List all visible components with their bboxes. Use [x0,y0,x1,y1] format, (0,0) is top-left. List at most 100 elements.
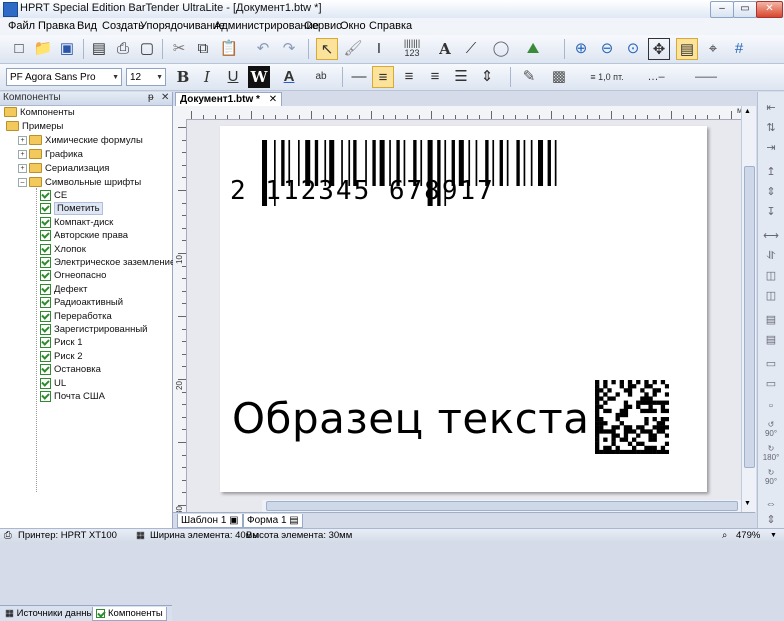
line-color-icon[interactable]: ✎ [518,66,540,88]
align-left-edges-icon[interactable]: ⇤ [762,100,780,116]
tree-symbol-item[interactable]: Зарегистрированный [40,324,147,335]
shape-tool-icon[interactable]: ◯ [490,38,512,60]
redo-icon[interactable]: ↷ [278,38,300,60]
tree-symbol-item[interactable]: CE [40,190,67,201]
scroll-up-icon[interactable]: ▲ [744,108,751,115]
rotate-right-90-button[interactable]: ↻ 90° [762,468,780,486]
save-icon[interactable]: ▣ [56,38,78,60]
align-centers-icon[interactable]: ⇅ [762,120,780,136]
rotate-180-button[interactable]: ↻ 180° [762,444,780,462]
zoom-level[interactable]: 479% [736,530,760,541]
horizontal-scrollbar[interactable] [262,500,741,512]
text-tool-icon[interactable]: A [434,38,456,60]
snap-icon[interactable]: ⌖ [702,38,724,60]
menu-view[interactable]: Вид [77,20,97,32]
datamatrix-object[interactable] [595,380,669,454]
expand-icon[interactable]: + [18,163,27,173]
tree-examples[interactable]: Примеры [6,121,63,132]
tree-symbol-item[interactable]: Почта США [40,391,105,402]
distribute-horizontal-icon[interactable]: ⟷ [762,228,780,244]
tree-symbol-item[interactable]: Дефект [40,283,87,295]
zoom-icon[interactable]: ⌕ [722,530,727,541]
expand-icon[interactable]: + [18,149,27,159]
align-left-icon[interactable]: ≡ [372,66,394,88]
tree-root[interactable]: Компоненты [4,107,75,118]
tree-folder-graphics[interactable]: + Графика [18,149,83,160]
tab-data-sources[interactable]: ▦ Источники данных [2,607,101,620]
tree-folder-chem[interactable]: + Химические формулы [18,135,143,146]
tab-template-1[interactable]: Шаблон 1 ▣ [177,514,243,528]
font-combobox[interactable]: PF Agora Sans Pro ▼ [6,68,122,86]
expand-icon[interactable]: + [18,135,27,145]
zoom-out-icon[interactable]: ⊖ [596,38,618,60]
print-icon[interactable]: ⎙ [112,38,134,60]
align-center-icon[interactable]: ≡ [398,66,420,88]
font-size-combobox[interactable]: 12 ▼ [126,68,166,86]
zoom-fit-icon[interactable]: ⊙ [622,38,644,60]
maximize-button[interactable]: ▭ [733,1,757,18]
flip-vertical-icon[interactable]: ⇕ [762,512,780,528]
word-wrap-button[interactable]: W [248,66,270,88]
align-none-icon[interactable]: ― [348,66,370,88]
select-pointer-icon[interactable]: ↖ [316,38,338,60]
highlight-color-icon[interactable]: ab [310,66,332,88]
tree-symbol-item[interactable]: Компакт-диск [40,216,113,228]
tree-symbol-item[interactable]: UL [40,377,66,389]
page-setup-icon[interactable]: ▤ [88,38,110,60]
tree-symbol-item[interactable]: Хлопок [40,243,86,255]
align-top-edges-icon[interactable]: ↥ [762,164,780,180]
menu-file[interactable]: Файл [8,20,35,32]
italic-button[interactable]: I [196,66,218,88]
menu-create[interactable]: Создать [102,20,144,32]
line-tool-icon[interactable]: ⟋ [460,38,482,60]
show-margins-icon[interactable]: ▤ [676,38,698,60]
tree-symbol-item[interactable]: Переработка [40,310,112,322]
vertical-scrollbar[interactable]: ▲ ▼ [741,106,756,512]
line-style-dropdown[interactable]: …– [640,66,672,88]
fill-color-icon[interactable]: ▩ [548,66,570,88]
group-icon[interactable]: ▫ [762,398,780,414]
tab-form-1[interactable]: Форма 1 ▤ [243,514,303,528]
picture-tool-icon[interactable]: ⛰ [522,38,544,60]
tree-symbol-item[interactable]: Электрическое заземление [40,257,175,268]
open-folder-icon[interactable]: 📁 [32,38,54,60]
scroll-down-icon[interactable]: ▼ [744,500,751,507]
tree-symbol-item[interactable]: Огнеопасно [40,270,106,281]
line-end-dropdown[interactable]: —— [690,66,722,88]
label-template[interactable]: 2 112345 678917 Образец текста [220,126,707,492]
barcode-tool-icon[interactable]: ||||||| 123 [398,38,426,60]
tab-components[interactable]: Компоненты [92,607,167,621]
bold-button[interactable]: B [172,66,194,88]
menu-tools[interactable]: Сервис [304,20,342,32]
design-canvas[interactable]: мм 10 20 30 2 112345 678917 Образец текс… [173,106,755,512]
grid-icon[interactable]: # [728,38,750,60]
format-painter-icon[interactable]: 🖌 [342,38,364,60]
align-right-edges-icon[interactable]: ⇥ [762,140,780,156]
zoom-in-icon[interactable]: ⊕ [570,38,592,60]
close-button[interactable]: ✕ [756,1,783,18]
new-document-icon[interactable]: □ [8,38,30,60]
line-width-dropdown[interactable]: ≡ 1,0 пт. [580,66,634,88]
tree-folder-serial[interactable]: + Сериализация [18,163,109,174]
document-tab-close-icon[interactable]: ✕ [269,94,277,105]
copy-icon[interactable]: ⧉ [192,38,214,60]
underline-button[interactable]: U [222,66,244,88]
send-back-icon[interactable]: ▭ [762,376,780,392]
same-height-icon[interactable]: ◫ [762,288,780,304]
menu-help[interactable]: Справка [369,20,412,32]
tree-symbol-item[interactable]: Риск 1 [40,337,82,348]
align-bottom-edges-icon[interactable]: ↧ [762,204,780,220]
align-justify-icon[interactable]: ☰ [450,66,472,88]
tree-folder-symbols[interactable]: – Символьные шрифты [18,177,141,188]
collapse-icon[interactable]: – [18,177,27,187]
flip-horizontal-icon[interactable]: ⇔ [762,496,780,512]
bring-front-icon[interactable]: ▭ [762,356,780,372]
distribute-vertical-icon[interactable]: ⥯ [762,248,780,264]
sample-text-object[interactable]: Образец текста [232,394,589,443]
menu-edit[interactable]: Правка [38,20,75,32]
zoom-dropdown-icon[interactable]: ▼ [770,532,777,539]
document-tab[interactable]: Документ1.btw * ✕ [175,92,283,106]
fit-page-icon[interactable]: ✥ [648,38,670,60]
minimize-button[interactable]: ‒ [710,1,734,18]
tree-symbol-item[interactable]: Пометить [40,202,103,216]
